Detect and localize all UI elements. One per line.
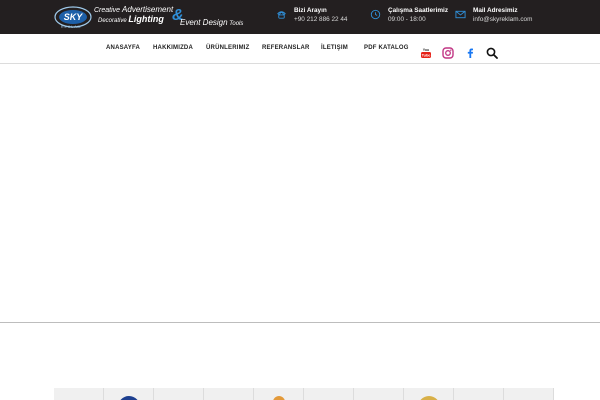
contact-hours: Çalışma Saatlerimiz 09:00 - 18:00	[370, 7, 460, 27]
reference-logo[interactable]	[354, 388, 404, 400]
clock-icon	[370, 9, 381, 20]
reference-logo-mark	[273, 396, 285, 400]
reference-logo[interactable]	[154, 388, 204, 400]
logo-tagline: Creative Advertisement Decorative Lighti…	[94, 5, 243, 30]
tagline-creative: Creative	[94, 7, 121, 14]
phone-icon	[277, 11, 286, 19]
hours-label: Çalışma Saatlerimiz	[388, 7, 449, 14]
nav-item-urunlerimiz[interactable]: ÜRÜNLERIMIZ	[206, 45, 250, 51]
site-logo[interactable]: SKY REKLAM Creative Advertisement Decora…	[54, 4, 243, 31]
nav-item-pdf-katalog[interactable]: PDF KATALOG	[364, 45, 409, 51]
logo-subtext: REKLAM	[61, 25, 82, 29]
hero-slider-area	[0, 64, 600, 322]
tagline-tools: Tools	[229, 21, 244, 27]
search-icon[interactable]	[486, 47, 498, 59]
phone-value[interactable]: +90 212 886 22 44	[294, 16, 347, 23]
hours-value: 09:00 - 18:00	[388, 16, 426, 23]
tagline-event-design: Event Design	[180, 18, 228, 27]
reference-logo-strip	[54, 388, 600, 400]
reference-logo[interactable]	[254, 388, 304, 400]
svg-text:Tube: Tube	[422, 54, 431, 58]
reference-logo[interactable]	[304, 388, 354, 400]
mail-label: Mail Adresimiz	[473, 7, 518, 14]
mail-icon	[455, 10, 466, 19]
reference-logo-mark	[418, 396, 440, 400]
reference-logo[interactable]	[404, 388, 454, 400]
reference-logo-mark	[118, 396, 140, 400]
tagline-advertisement: Advertisement	[122, 5, 174, 14]
section-divider	[0, 322, 600, 323]
svg-text:You: You	[423, 48, 430, 52]
nav-item-hakkimizda[interactable]: HAKKIMIZDA	[153, 45, 193, 51]
tagline-decorative: Decorative	[98, 18, 127, 24]
reference-logo[interactable]	[204, 388, 254, 400]
contact-phone[interactable]: Bizi Arayın +90 212 886 22 44	[276, 7, 366, 27]
nav-item-referanslar[interactable]: REFERANSLAR	[262, 45, 310, 51]
facebook-icon[interactable]	[464, 47, 476, 59]
tagline-lighting: Lighting	[128, 14, 164, 24]
reference-logo[interactable]	[454, 388, 504, 400]
youtube-icon[interactable]: You Tube	[420, 47, 432, 59]
top-header-bar: SKY REKLAM Creative Advertisement Decora…	[0, 0, 600, 34]
main-navigation: ANASAYFA HAKKIMIZDA ÜRÜNLERIMIZ REFERANS…	[0, 34, 600, 64]
reference-logo[interactable]	[54, 388, 104, 400]
mail-value[interactable]: info@skyreklam.com	[473, 16, 532, 23]
contact-mail[interactable]: Mail Adresimiz info@skyreklam.com	[455, 7, 575, 27]
reference-logo[interactable]	[504, 388, 554, 400]
phone-label: Bizi Arayın	[294, 7, 327, 14]
instagram-icon[interactable]	[442, 47, 454, 59]
svg-text:SKY: SKY	[64, 12, 84, 22]
nav-item-iletisim[interactable]: İLETIŞIM	[321, 45, 348, 51]
reference-logo[interactable]	[104, 388, 154, 400]
nav-item-anasayfa[interactable]: ANASAYFA	[106, 45, 140, 51]
